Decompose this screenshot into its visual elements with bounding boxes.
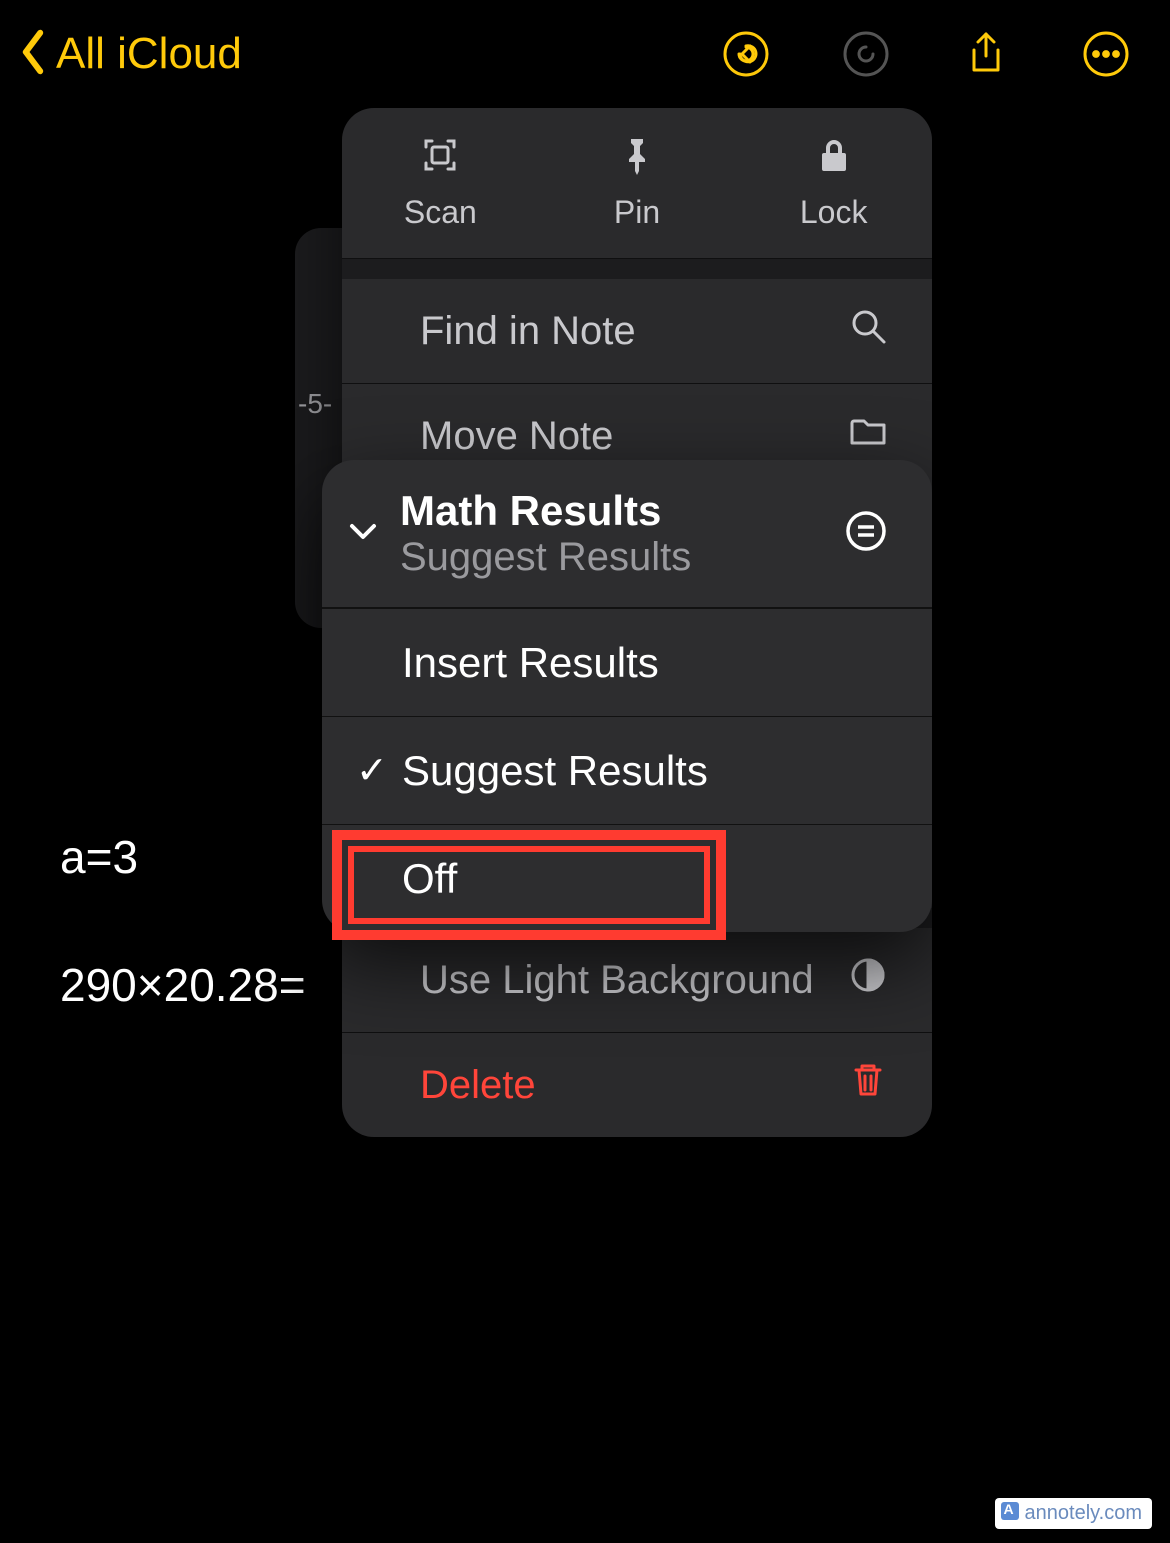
share-button[interactable] bbox=[962, 30, 1010, 78]
note-line-2: 290×20.28= bbox=[60, 958, 306, 1012]
watermark: annotely.com bbox=[995, 1498, 1152, 1529]
more-button[interactable] bbox=[1082, 30, 1130, 78]
scan-icon bbox=[420, 135, 460, 180]
menu-pin-label: Pin bbox=[614, 194, 660, 231]
undo-button[interactable] bbox=[722, 30, 770, 78]
menu-delete[interactable]: Delete bbox=[342, 1033, 932, 1137]
menu-scan[interactable]: Scan bbox=[342, 108, 539, 258]
submenu-title: Math Results bbox=[400, 487, 691, 535]
menu-light-label: Use Light Background bbox=[420, 958, 814, 1003]
half-circle-icon bbox=[848, 955, 888, 1005]
annotation-box-inner bbox=[348, 846, 710, 924]
menu-move-label: Move Note bbox=[420, 414, 613, 459]
pin-icon bbox=[617, 135, 657, 180]
equals-circle-icon bbox=[844, 509, 888, 558]
menu-find-label: Find in Note bbox=[420, 309, 636, 354]
option-suggest-results[interactable]: Suggest Results bbox=[322, 716, 932, 824]
option-insert-results[interactable]: Insert Results bbox=[322, 608, 932, 716]
menu-light-background[interactable]: Use Light Background bbox=[342, 928, 932, 1032]
back-label: All iCloud bbox=[56, 29, 242, 79]
trash-icon bbox=[848, 1060, 888, 1110]
menu-scan-label: Scan bbox=[404, 194, 477, 231]
submenu-header[interactable]: Math Results Suggest Results bbox=[322, 460, 932, 608]
option-suggest-label: Suggest Results bbox=[402, 747, 708, 795]
menu-delete-label: Delete bbox=[420, 1063, 536, 1108]
search-icon bbox=[848, 306, 888, 356]
option-insert-label: Insert Results bbox=[402, 639, 659, 687]
chevron-left-icon bbox=[18, 28, 48, 81]
menu-find-in-note[interactable]: Find in Note bbox=[342, 279, 932, 383]
menu-lock[interactable]: Lock bbox=[735, 108, 932, 258]
chevron-down-icon bbox=[346, 514, 380, 553]
back-button[interactable]: All iCloud bbox=[18, 28, 242, 81]
redo-button bbox=[842, 30, 890, 78]
background-tick-label: -5- bbox=[298, 388, 332, 420]
submenu-subtitle: Suggest Results bbox=[400, 535, 691, 580]
folder-icon bbox=[848, 411, 888, 461]
menu-lock-label: Lock bbox=[800, 194, 868, 231]
lock-icon bbox=[814, 135, 854, 180]
menu-pin[interactable]: Pin bbox=[539, 108, 736, 258]
note-line-1: a=3 bbox=[60, 830, 138, 884]
